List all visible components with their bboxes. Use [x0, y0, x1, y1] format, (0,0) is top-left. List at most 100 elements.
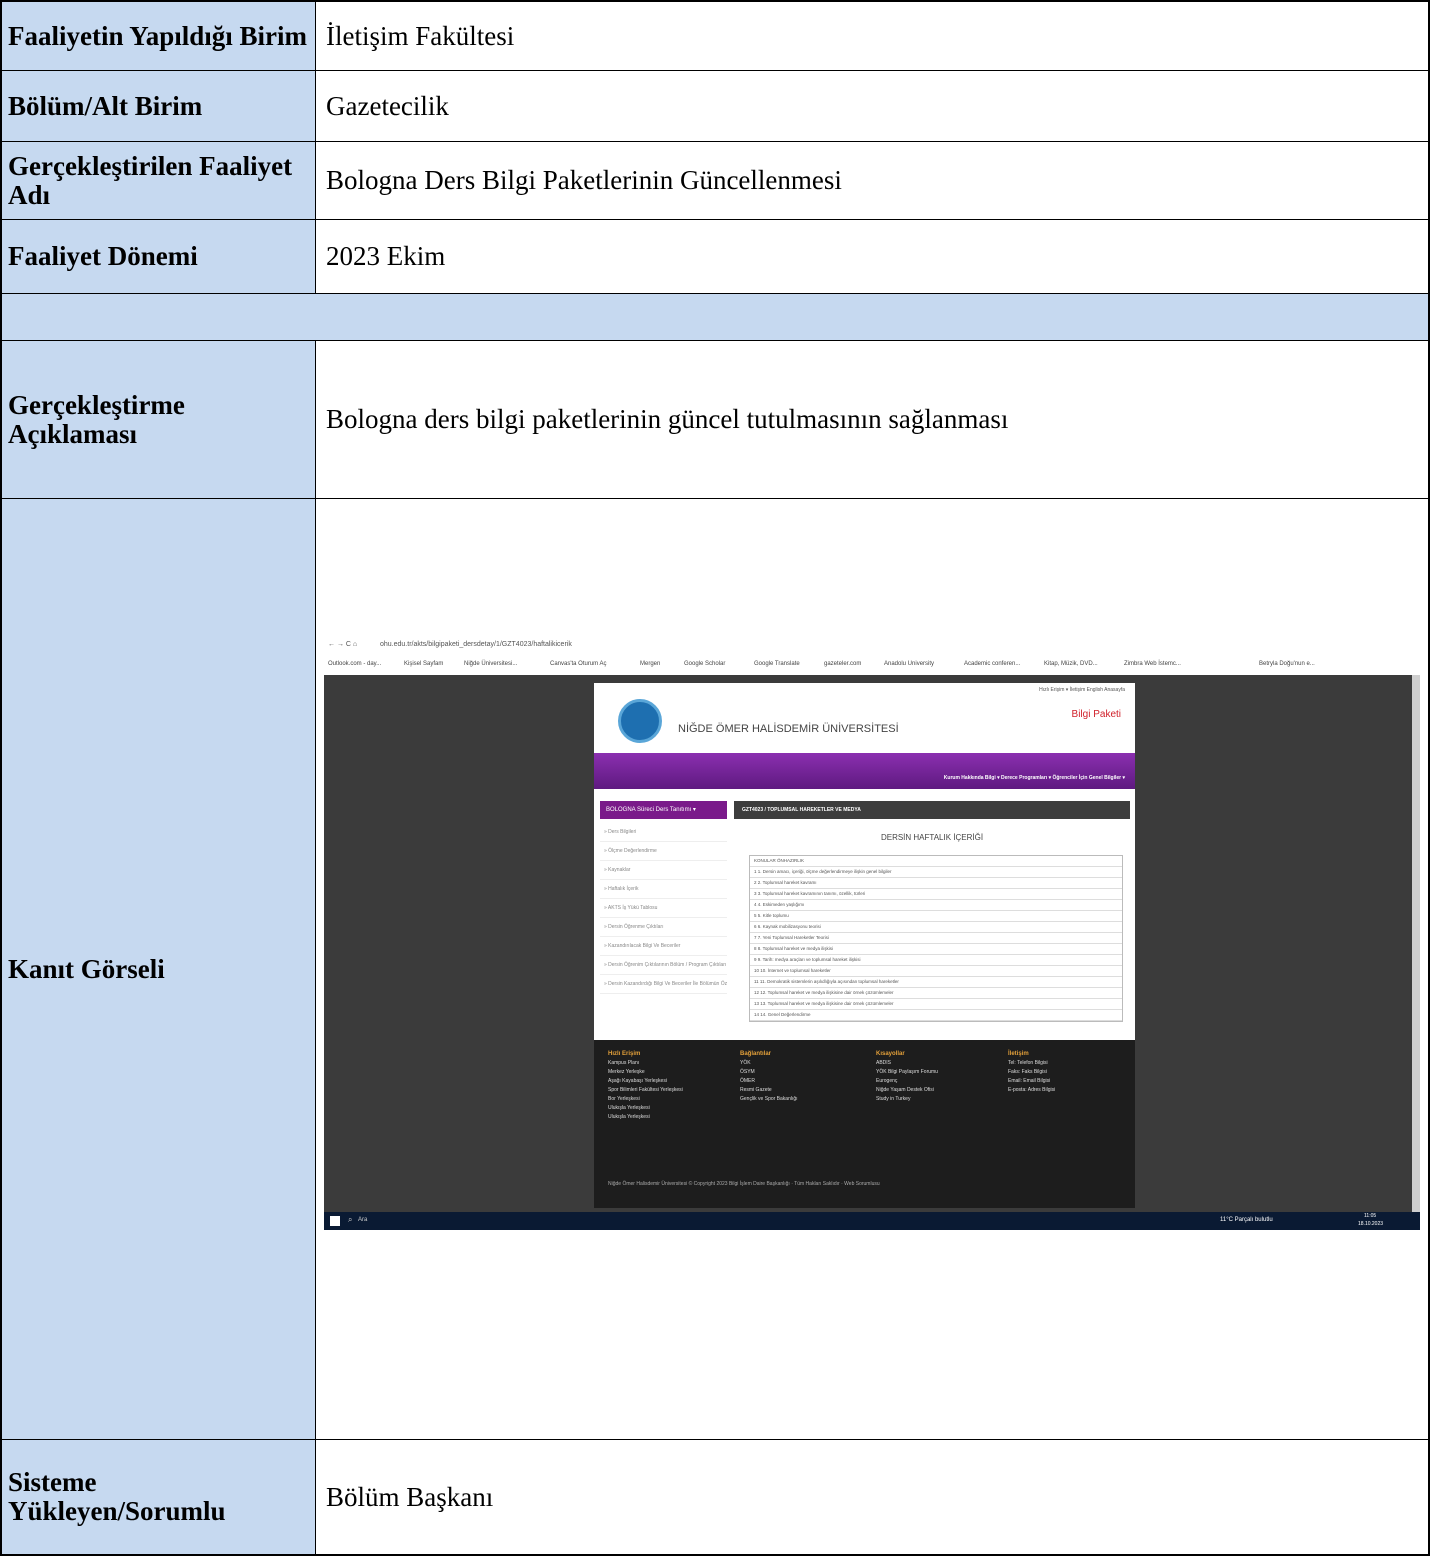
- bookmarks-bar: Outlook.com - day... Kişisel Sayfam Niğd…: [324, 655, 1420, 673]
- bookmark-item: Anadolu University: [884, 661, 935, 667]
- footer-link: YÖK: [740, 1060, 751, 1066]
- table-row: 13 13. Toplumsal hareket ve medya ilişki…: [750, 999, 1122, 1010]
- table-row: 3 3. Toplumsal hareket kavramının tanımı…: [750, 889, 1122, 900]
- bookmark-item: Academic conferen...: [964, 661, 1021, 667]
- url-text: ohu.edu.tr/akts/bilgipaketi_dersdetay/1/…: [380, 641, 572, 648]
- footer-col: Bağlantılar YÖK ÖSYM ÖMER Resmi Gazete G…: [740, 1050, 798, 1104]
- bookmark-item: Niğde Üniversitesi...: [464, 661, 518, 667]
- weekly-title: DERSİN HAFTALIK İÇERİĞİ: [880, 833, 984, 842]
- footer-link: Resmi Gazete: [740, 1087, 772, 1093]
- value-activity-name: Bologna Ders Bilgi Paketlerinin Güncelle…: [326, 165, 842, 195]
- purple-nav: Kurum Hakkında Bilgi ▾ Derece Programlar…: [594, 753, 1135, 789]
- row-department: Bölüm/Alt Birim Gazetecilik: [2, 71, 1428, 142]
- row-description: Gerçekleştirme Açıklaması Bologna ders b…: [2, 341, 1428, 499]
- university-name: NİĞDE ÖMER HALİSDEMİR ÜNİVERSİTESİ: [678, 723, 899, 735]
- footer-link: Ulukışla Yerleşkesi: [608, 1105, 650, 1111]
- bilgi-paketi-title: Bilgi Paketi: [1071, 709, 1121, 720]
- side-item: » Ölçme Değerlendirme: [600, 842, 727, 861]
- table-row: KONULAR ÖNHAZIRLIK: [750, 856, 1122, 867]
- table-row: 4 4. Eskimeden yaşlığımı: [750, 900, 1122, 911]
- footer-bottom: Niğde Ömer Halisdemir Üniversitesi © Cop…: [608, 1181, 880, 1187]
- footer-link: Eurogenç: [876, 1078, 898, 1084]
- bookmark-item: Canvas'ta Oturum Aç: [550, 661, 607, 667]
- table-row: 12 12. Toplumsal hareket ve medya ilişki…: [750, 988, 1122, 999]
- evidence-screenshot: ← → C ⌂ ohu.edu.tr/akts/bilgipaketi_ders…: [324, 633, 1420, 1230]
- taskbar: ⌕ Ara 11°C Parçalı bulutlu 11:05 18.10.2…: [324, 1212, 1420, 1230]
- embedded-page: NİĞDE ÖMER HALİSDEMİR ÜNİVERSİTESİ Bilgi…: [594, 683, 1135, 1208]
- side-menu: » Ders Bilgileri » Ölçme Değerlendirme »…: [600, 823, 727, 994]
- footer-col-title: Hızlı Erişim: [608, 1051, 641, 1057]
- address-bar: ← → C ⌂ ohu.edu.tr/akts/bilgipaketi_ders…: [324, 635, 1420, 653]
- row-period: Faaliyet Dönemi 2023 Ekim: [2, 220, 1428, 294]
- table-row: 10 10. İnternet ve toplumsal hareketler: [750, 966, 1122, 977]
- bookmark-item: Mergen: [640, 661, 661, 667]
- bookmark-item: Kişisel Sayfam: [404, 661, 444, 667]
- label-activity-name: Gerçekleştirilen Faaliyet Adı: [2, 142, 316, 219]
- side-item: » Dersin Öğrenim Çıktılarının Bölüm / Pr…: [600, 956, 727, 975]
- bookmark-item: Zimbra Web İstemc...: [1124, 661, 1181, 667]
- label-evidence: Kanıt Görseli: [2, 499, 316, 1439]
- table-row: 6 6. Kaynak mobilizasyonu teorisi: [750, 922, 1122, 933]
- footer-col: İletişim Tel: Telefon Bilgisi Faks: Faks…: [1008, 1050, 1055, 1095]
- top-links: Hızlı Erişim ▾ İletişim English Anasayfa: [1039, 687, 1125, 693]
- value-description: Bologna ders bilgi paketlerinin güncel t…: [326, 404, 1009, 434]
- table-row: 7 7. Yeni Toplumsal Hareketler Teorisi: [750, 933, 1122, 944]
- footer-link: Faks: Faks Bilgisi: [1008, 1069, 1047, 1075]
- bookmark-item: Betryla Doğu'nun e...: [1259, 661, 1315, 667]
- footer-link: YÖK Bilgi Paylaşım Forumu: [876, 1069, 938, 1075]
- clock-date: 18.10.2023: [1358, 1221, 1384, 1227]
- label-period: Faaliyet Dönemi: [2, 220, 316, 293]
- footer-link: ÖSYM: [740, 1069, 755, 1075]
- side-item: » AKTS İş Yükü Tablosu: [600, 899, 727, 918]
- footer-link: ABDIS: [876, 1060, 892, 1066]
- side-item: » Dersin Kazandırdığı Bilgi Ve Beceriler…: [600, 975, 727, 994]
- table-row: 1 1. Dersin amacı, içeriği, ölçme değerl…: [750, 867, 1122, 878]
- label-unit: Faaliyetin Yapıldığı Birim: [2, 2, 316, 70]
- nav-links: Kurum Hakkında Bilgi ▾ Derece Programlar…: [943, 775, 1125, 781]
- bookmark-item: Google Scholar: [684, 661, 726, 667]
- value-period: 2023 Ekim: [326, 241, 446, 271]
- footer-col-title: Bağlantılar: [740, 1051, 772, 1057]
- browser-chrome: ← → C ⌂ ohu.edu.tr/akts/bilgipaketi_ders…: [324, 633, 1420, 675]
- bookmark-item: Kitap, Müzik, DVD...: [1044, 661, 1098, 667]
- clock-time: 11:05: [1364, 1213, 1377, 1219]
- windows-icon: [330, 1216, 340, 1226]
- nav-arrows-icon: ← → C ⌂: [328, 641, 358, 648]
- label-department: Bölüm/Alt Birim: [2, 71, 316, 141]
- course-header: GZT4023 / TOPLUMSAL HAREKETLER VE MEDYA: [734, 801, 1130, 819]
- table-row: 5 5. Kitle toplumu: [750, 911, 1122, 922]
- table-row: 2 2. Toplumsal hareket kavramı: [750, 878, 1122, 889]
- footer-link: Gençlik ve Spor Bakanlığı: [740, 1096, 798, 1102]
- side-menu-button: BOLOGNA Süreci Ders Tanıtımı ▾: [600, 801, 727, 819]
- footer-link: Email: Email Bilgisi: [1008, 1078, 1051, 1084]
- bookmark-item: Google Translate: [754, 661, 800, 667]
- bookmark-item: gazeteler.com: [824, 661, 862, 667]
- footer-link: Spor Bilimleri Fakültesi Yerleşkesi: [608, 1087, 683, 1093]
- row-activity-name: Gerçekleştirilen Faaliyet Adı Bologna De…: [2, 142, 1428, 220]
- row-responsible: Sisteme Yükleyen/Sorumlu Bölüm Başkanı: [2, 1440, 1428, 1554]
- label-responsible: Sisteme Yükleyen/Sorumlu: [2, 1440, 316, 1554]
- row-unit: Faaliyetin Yapıldığı Birim İletişim Fakü…: [2, 2, 1428, 71]
- footer-col-title: İletişim: [1008, 1051, 1029, 1057]
- footer-col: Kısayollar ABDIS YÖK Bilgi Paylaşım Foru…: [876, 1050, 938, 1104]
- side-item: » Kaynaklar: [600, 861, 727, 880]
- footer-link: E-posta: Adres Bilgisi: [1008, 1087, 1056, 1093]
- footer-link: Aşağı Kayabaşı Yerleşkesi: [608, 1078, 667, 1084]
- taskbar-search: Ara: [358, 1217, 368, 1223]
- table-row: 14 14. Genel Değerlendirme: [750, 1010, 1122, 1021]
- side-item: » Dersin Öğrenme Çıktıları: [600, 918, 727, 937]
- footer-link: Merkez Yerleşke: [608, 1069, 645, 1075]
- footer-link: Kampus Planı: [608, 1060, 640, 1066]
- row-spacer: [2, 294, 1428, 341]
- footer-col-title: Kısayollar: [876, 1051, 905, 1057]
- table-row: 9 9. Tarih: medya araçları ve toplumsal …: [750, 955, 1122, 966]
- footer-link: Tel: Telefon Bilgisi: [1008, 1060, 1048, 1066]
- footer-link: Ulukışla Yerleşkesi: [608, 1114, 650, 1120]
- table-row: 8 8. Toplumsal hareket ve medya ilişkisi: [750, 944, 1122, 955]
- value-responsible: Bölüm Başkanı: [326, 1481, 494, 1512]
- footer-link: ÖMER: [740, 1078, 755, 1084]
- label-description: Gerçekleştirme Açıklaması: [2, 341, 316, 498]
- side-item: » Kazandırılacak Bilgi Ve Beceriler: [600, 937, 727, 956]
- value-department: Gazetecilik: [326, 90, 449, 121]
- side-item: » Haftalık İçerik: [600, 880, 727, 899]
